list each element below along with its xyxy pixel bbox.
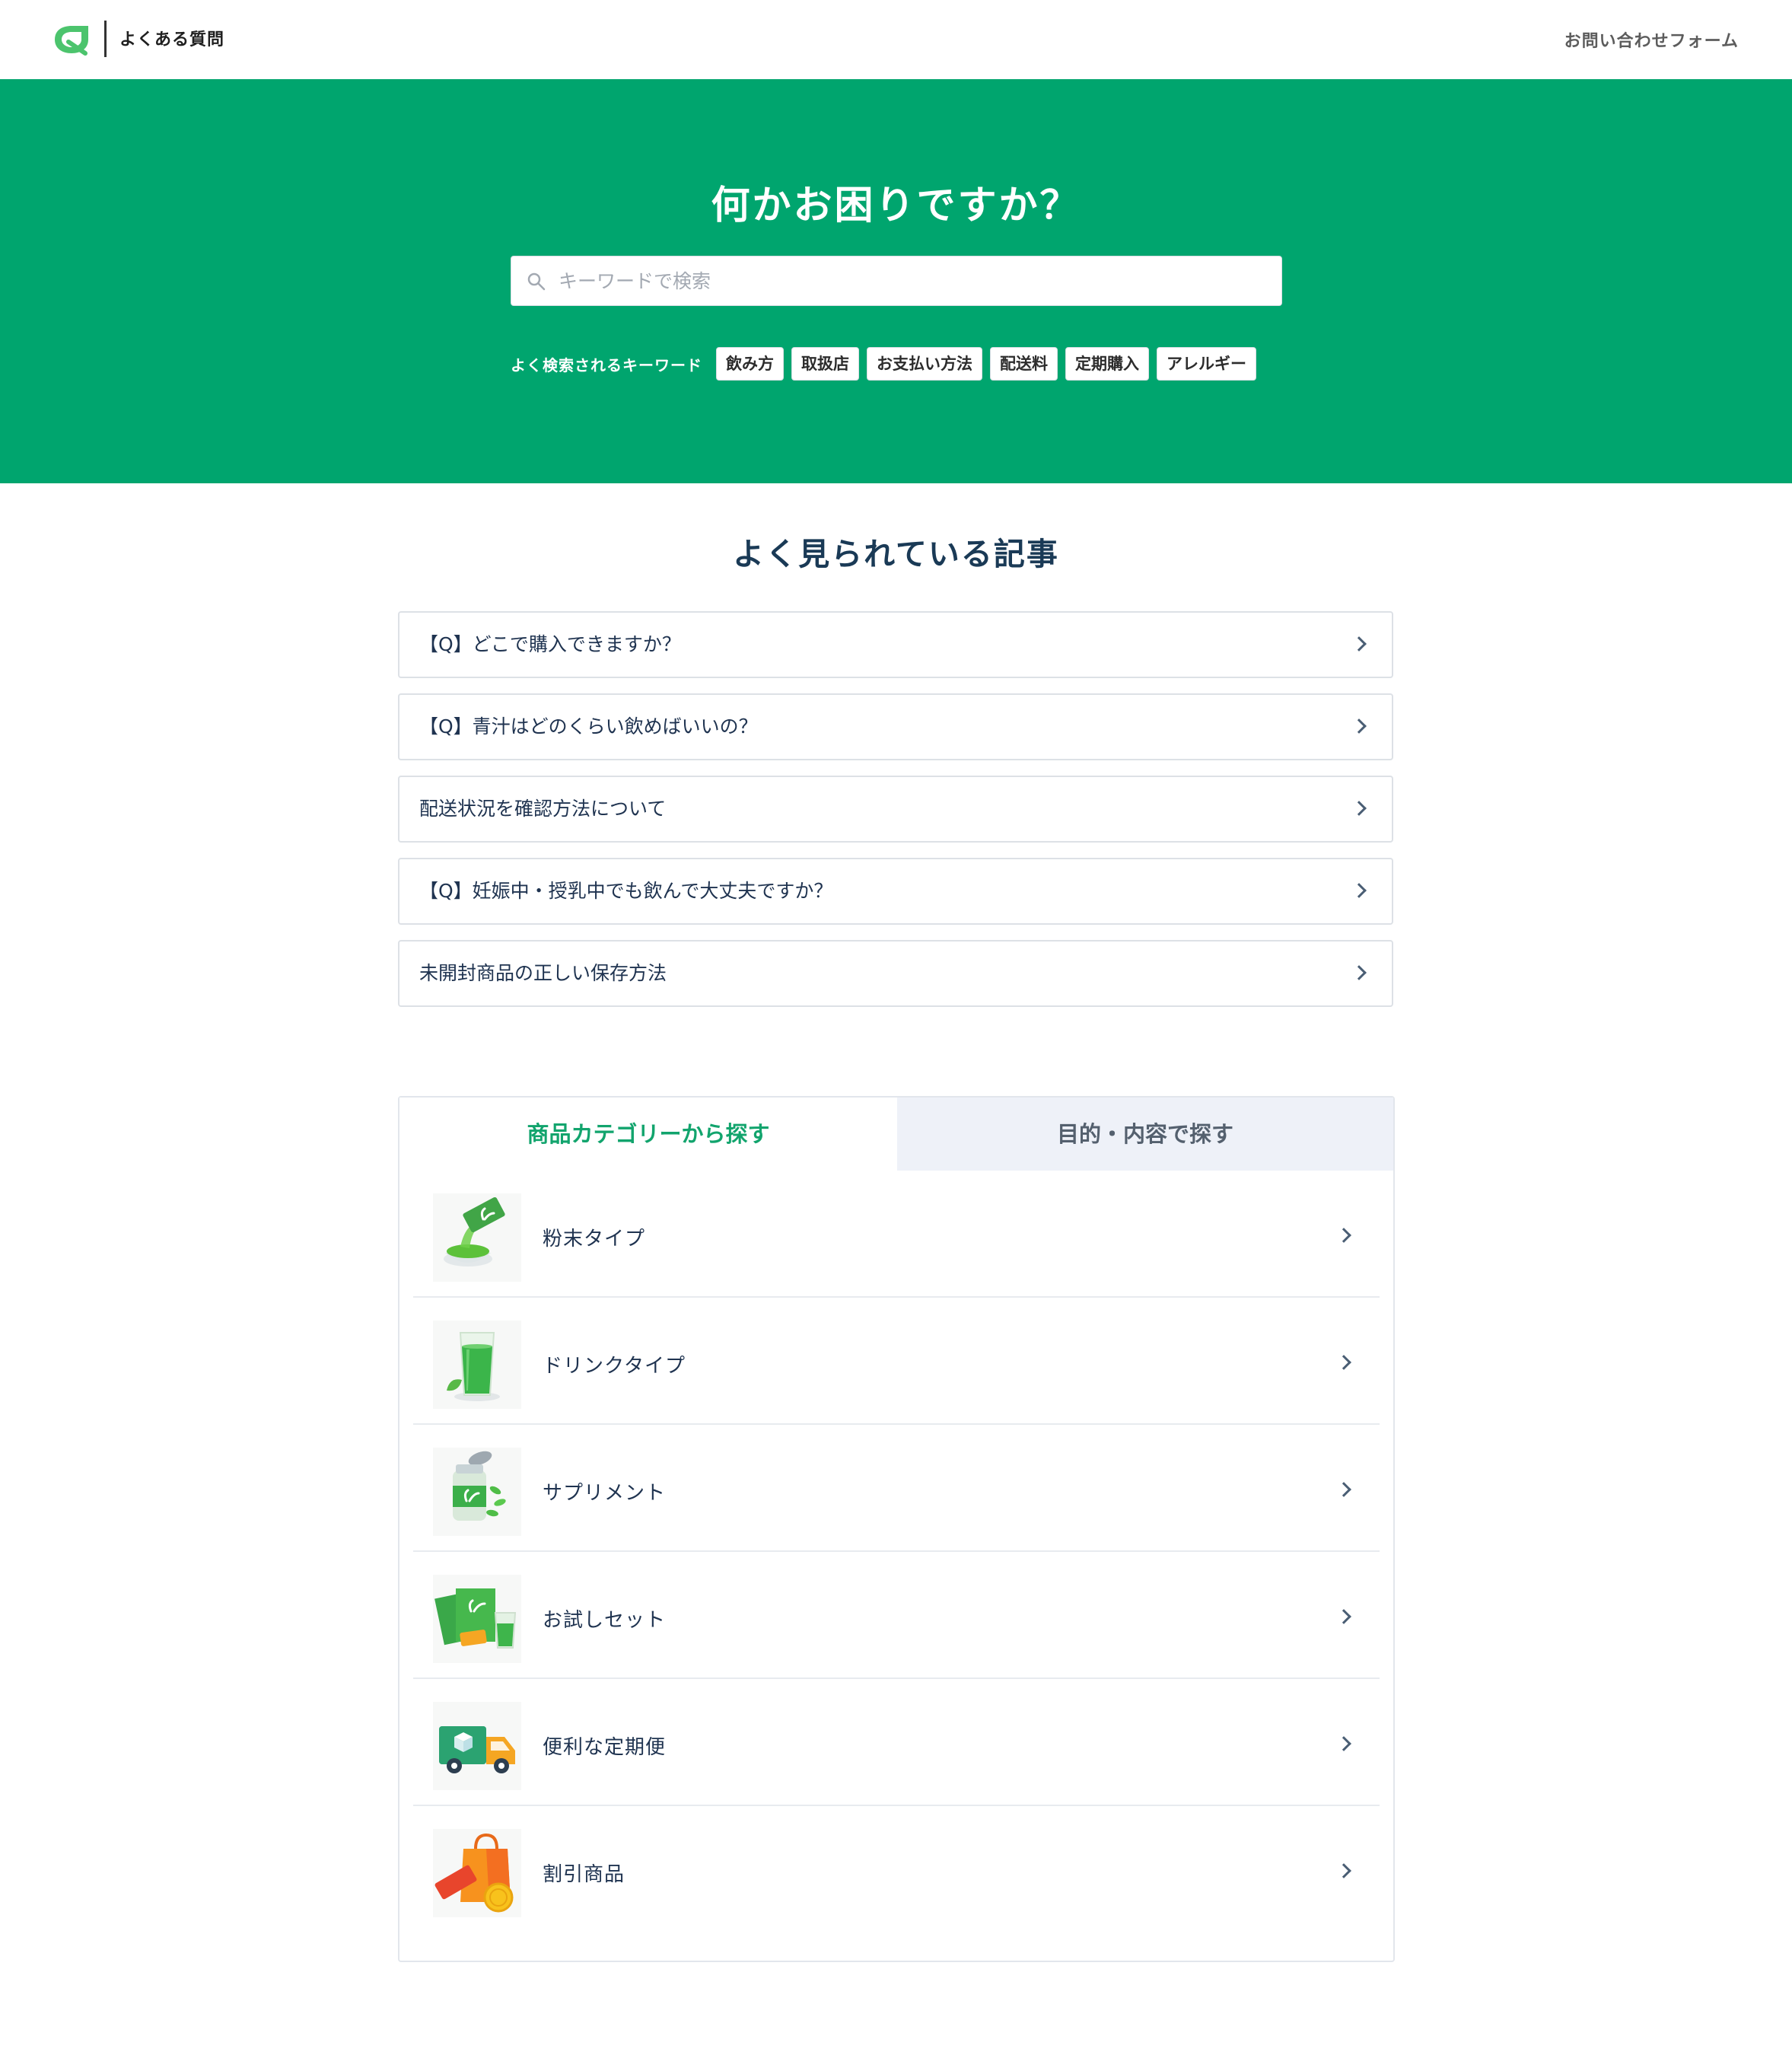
category-item-powder[interactable]: 粉末タイプ [413, 1171, 1380, 1298]
search-input[interactable] [559, 256, 1266, 305]
category-item-drink[interactable]: ドリンクタイプ [413, 1298, 1380, 1425]
hero-banner: 何かお困りですか？ よく検索されるキーワード 飲み方 取扱店 お支払い方法 配送… [0, 79, 1792, 483]
keyword-tag[interactable]: 取扱店 [791, 347, 859, 381]
category-label: お試しセット [543, 1609, 667, 1632]
category-item-subscription[interactable]: 便利な定期便 [413, 1679, 1380, 1806]
popular-keywords-label: よく検索されるキーワード [511, 355, 702, 374]
chevron-right-icon [1336, 1228, 1351, 1243]
contact-form-link[interactable]: お問い合わせフォーム [1564, 27, 1739, 52]
powder-icon [433, 1193, 521, 1282]
keyword-tag[interactable]: 定期購入 [1065, 347, 1149, 381]
chevron-right-icon [1336, 1863, 1351, 1878]
chevron-right-icon [1351, 636, 1367, 652]
drink-icon [433, 1321, 521, 1409]
category-item-supplement[interactable]: サプリメント [413, 1425, 1380, 1552]
popular-articles-title: よく見られている記事 [733, 536, 1059, 572]
category-label: 割引商品 [543, 1863, 625, 1886]
search-box[interactable] [511, 256, 1282, 306]
keyword-tag[interactable]: お支払い方法 [867, 347, 982, 381]
category-label: 便利な定期便 [543, 1736, 667, 1759]
chevron-right-icon [1351, 965, 1367, 980]
leaf-logo-icon[interactable] [52, 23, 91, 56]
keyword-tag[interactable]: 配送料 [990, 347, 1058, 381]
category-label: ドリンクタイプ [543, 1355, 686, 1378]
tab-purpose[interactable]: 目的・内容で探す [897, 1098, 1393, 1171]
keyword-tag[interactable]: アレルギー [1157, 347, 1256, 381]
site-header: よくある質問 お問い合わせフォーム [0, 0, 1792, 79]
supplement-icon [433, 1448, 521, 1536]
hero-title: 何かお困りですか？ [711, 183, 1081, 228]
chevron-right-icon [1336, 1609, 1351, 1624]
chevron-right-icon [1336, 1736, 1351, 1751]
popular-keywords: よく検索されるキーワード 飲み方 取扱店 お支払い方法 配送料 定期購入 アレル… [511, 347, 1264, 381]
tab-product-category[interactable]: 商品カテゴリーから探す [399, 1098, 897, 1171]
keyword-tag[interactable]: 飲み方 [716, 347, 784, 381]
logo-divider [104, 21, 107, 57]
article-title: 【Q】青汁はどのくらい飲めばいいの？ [419, 715, 758, 738]
search-icon [527, 272, 546, 291]
article-link[interactable]: 【Q】青汁はどのくらい飲めばいいの？ [398, 693, 1393, 760]
site-title[interactable]: よくある質問 [119, 26, 224, 50]
category-list: 粉末タイプ ドリンクタイプ サプリメント お試しセット 便利な定期便 割引商品 [413, 1171, 1380, 1933]
delivery-truck-icon [433, 1702, 521, 1790]
category-item-sale[interactable]: 割引商品 [413, 1806, 1380, 1933]
article-link[interactable]: 未開封商品の正しい保存方法 [398, 940, 1393, 1007]
category-tabs-panel: 商品カテゴリーから探す 目的・内容で探す 粉末タイプ ドリンクタイプ サプリメン… [398, 1096, 1395, 1962]
article-title: 未開封商品の正しい保存方法 [419, 962, 667, 984]
article-link[interactable]: 【Q】妊娠中・授乳中でも飲んで大丈夫ですか？ [398, 858, 1393, 925]
chevron-right-icon [1351, 883, 1367, 898]
chevron-right-icon [1351, 801, 1367, 816]
sale-bag-icon [433, 1829, 521, 1917]
article-link[interactable]: 【Q】どこで購入できますか？ [398, 611, 1393, 678]
chevron-right-icon [1351, 718, 1367, 734]
trial-set-icon [433, 1575, 521, 1663]
chevron-right-icon [1336, 1482, 1351, 1497]
category-label: サプリメント [543, 1482, 667, 1505]
article-title: 【Q】どこで購入できますか？ [419, 633, 681, 655]
chevron-right-icon [1336, 1355, 1351, 1370]
article-link[interactable]: 配送状況を確認方法について [398, 776, 1393, 843]
category-item-trial-set[interactable]: お試しセット [413, 1552, 1380, 1679]
category-label: 粉末タイプ [543, 1228, 646, 1251]
popular-articles-list: 【Q】どこで購入できますか？ 【Q】青汁はどのくらい飲めばいいの？ 配送状況を確… [398, 611, 1393, 1022]
article-title: 配送状況を確認方法について [419, 798, 667, 820]
article-title: 【Q】妊娠中・授乳中でも飲んで大丈夫ですか？ [419, 880, 833, 902]
